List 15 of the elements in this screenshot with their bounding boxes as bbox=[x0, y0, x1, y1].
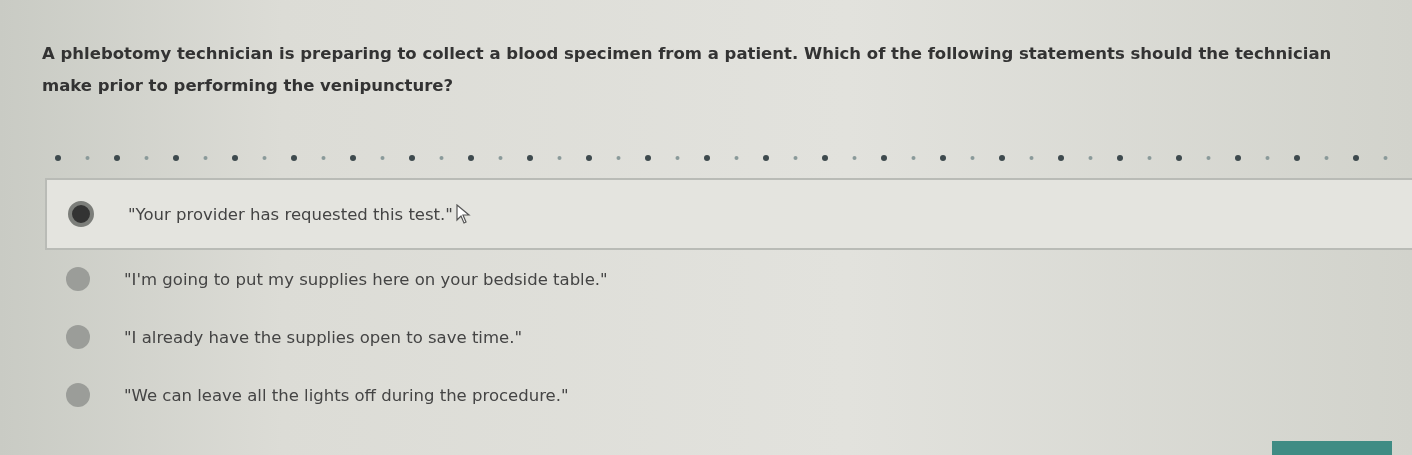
next-button[interactable] bbox=[1272, 441, 1392, 455]
radio-button[interactable] bbox=[66, 267, 90, 291]
cursor-icon bbox=[454, 204, 471, 224]
radio-button[interactable] bbox=[66, 383, 90, 407]
option-text: "We can leave all the lights off during the procedure." bbox=[124, 385, 569, 405]
answer-option[interactable]: "I already have the supplies open to save time." bbox=[0, 308, 1412, 366]
answer-option[interactable]: "Your provider has requested this test." bbox=[45, 178, 1412, 250]
option-text: "I'm going to put my supplies here on your bedside table." bbox=[124, 269, 608, 289]
answer-option[interactable]: "I'm going to put my supplies here on your bedside table." bbox=[0, 250, 1412, 308]
question-text: A phlebotomy technician is preparing to collect a blood specimen from a patient. Which of the following statements should the technician make prior to performing the venipuncture? bbox=[41, 43, 1333, 97]
radio-button[interactable] bbox=[68, 201, 94, 227]
option-text: "I already have the supplies open to save time." bbox=[124, 327, 522, 347]
answer-option[interactable]: "We can leave all the lights off during the procedure." bbox=[0, 366, 1412, 424]
radio-button[interactable] bbox=[66, 325, 90, 349]
option-text: "Your provider has requested this test." bbox=[128, 204, 453, 224]
